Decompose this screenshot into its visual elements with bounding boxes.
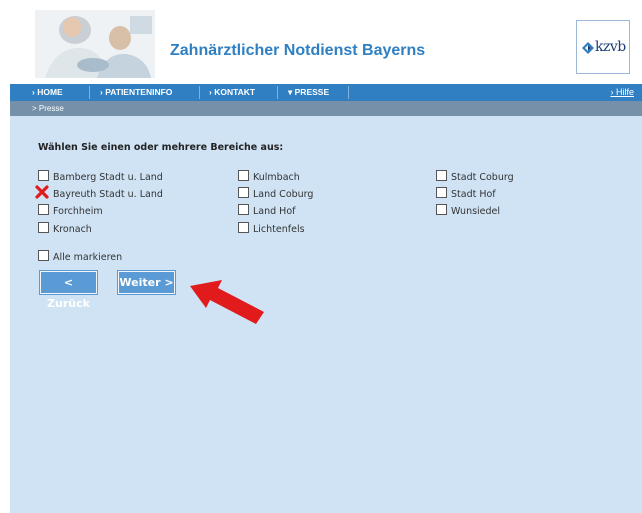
- option-lichtenfels[interactable]: Lichtenfels: [238, 222, 305, 236]
- nav-patienteninfo[interactable]: › PATIENTENINFO: [100, 84, 172, 101]
- red-arrow-icon: [190, 280, 264, 324]
- select-all-option[interactable]: Alle markieren: [38, 250, 122, 264]
- option-kronach[interactable]: Kronach: [38, 222, 92, 236]
- breadcrumb: > Presse: [10, 101, 642, 116]
- checkbox[interactable]: [436, 170, 447, 181]
- option-label: Kronach: [53, 224, 92, 235]
- select-all-checkbox[interactable]: [38, 250, 49, 261]
- logo-text: kzvb: [595, 39, 626, 55]
- option-label: Land Hof: [253, 206, 296, 217]
- nav-divider: [199, 86, 200, 99]
- checkbox[interactable]: [238, 222, 249, 233]
- help-link[interactable]: › Hilfe: [610, 84, 634, 101]
- checkbox[interactable]: [436, 204, 447, 215]
- red-x-mark-icon: [35, 185, 49, 199]
- checkbox[interactable]: [238, 187, 249, 198]
- option-label: Bayreuth Stadt u. Land: [53, 189, 163, 200]
- kzvb-logo[interactable]: kzvb: [576, 20, 630, 74]
- option-stadt-hof[interactable]: Stadt Hof: [436, 187, 496, 201]
- back-button[interactable]: < Zurück: [40, 271, 97, 310]
- checkbox[interactable]: [436, 187, 447, 198]
- option-label: Stadt Coburg: [451, 172, 514, 183]
- dentist-photo: [35, 10, 155, 78]
- nav-presse[interactable]: ▾ PRESSE: [288, 84, 329, 101]
- nav-presse-label: PRESSE: [294, 87, 330, 97]
- checkbox[interactable]: [238, 170, 249, 181]
- main-nav: › HOME › PATIENTENINFO › KONTAKT ▾ PRESS…: [10, 84, 642, 101]
- option-label: Lichtenfels: [253, 224, 305, 235]
- breadcrumb-text: > Presse: [32, 104, 64, 113]
- site-title: Zahnärztlicher Notdienst Bayerns: [170, 42, 426, 59]
- form-heading: Wählen Sie einen oder mehrere Bereiche a…: [38, 142, 284, 153]
- help-link-label: Hilfe: [615, 87, 634, 97]
- option-label: Forchheim: [53, 206, 103, 217]
- nav-kontakt[interactable]: › KONTAKT: [209, 84, 255, 101]
- checkbox[interactable]: [38, 204, 49, 215]
- option-wunsiedel[interactable]: Wunsiedel: [436, 204, 500, 218]
- option-label: Kulmbach: [253, 172, 300, 183]
- option-bamberg[interactable]: Bamberg Stadt u. Land: [38, 170, 163, 184]
- checkbox[interactable]: [38, 170, 49, 181]
- option-kulmbach[interactable]: Kulmbach: [238, 170, 300, 184]
- option-land-coburg[interactable]: Land Coburg: [238, 187, 313, 201]
- next-button[interactable]: Weiter >: [118, 271, 175, 294]
- nav-divider: [277, 86, 278, 99]
- nav-kontakt-label: KONTAKT: [214, 87, 256, 97]
- checkbox[interactable]: [238, 204, 249, 215]
- select-all-label: Alle markieren: [53, 252, 123, 263]
- nav-home-label: HOME: [37, 87, 63, 97]
- option-land-hof[interactable]: Land Hof: [238, 204, 296, 218]
- option-bayreuth[interactable]: Bayreuth Stadt u. Land: [38, 187, 163, 201]
- option-forchheim[interactable]: Forchheim: [38, 204, 103, 218]
- nav-divider: [348, 86, 349, 99]
- nav-home[interactable]: › HOME: [32, 84, 63, 101]
- nav-patienteninfo-label: PATIENTENINFO: [105, 87, 173, 97]
- option-label: Wunsiedel: [451, 206, 501, 217]
- checkbox[interactable]: [38, 222, 49, 233]
- nav-divider: [89, 86, 90, 99]
- option-label: Stadt Hof: [451, 189, 496, 200]
- header: Zahnärztlicher Notdienst Bayerns kzvb: [0, 0, 642, 80]
- option-label: Land Coburg: [253, 189, 314, 200]
- main-content: Wählen Sie einen oder mehrere Bereiche a…: [10, 116, 642, 513]
- option-stadt-coburg[interactable]: Stadt Coburg: [436, 170, 514, 184]
- option-label: Bamberg Stadt u. Land: [53, 172, 163, 183]
